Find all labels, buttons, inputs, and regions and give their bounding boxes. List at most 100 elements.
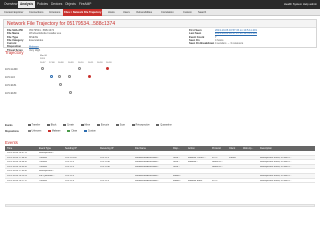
tab-fireamp[interactable]: FireAMP (77, 1, 93, 8)
table-cell: 10.5.11.6 (100, 179, 109, 182)
host-lane-label[interactable]: 10.5.10.81 (5, 84, 16, 87)
trajectory-event-node[interactable] (106, 67, 109, 70)
table-cell: Retrospective... (39, 152, 55, 154)
summary-key: Seen On Breakdown (189, 42, 215, 46)
events-table: Time Event Type Sending IP Receiving IP … (5, 146, 315, 204)
subnav-context-explorer[interactable]: Context Explorer (3, 9, 24, 16)
table-cell: Retrospective Event, Fri Mar 0... (260, 165, 292, 168)
table-cell: HTTP (212, 156, 218, 159)
column-header[interactable]: File Name (135, 147, 146, 150)
trajectory-title: Trajectory (5, 50, 24, 55)
legend-label: Malware (51, 130, 61, 133)
column-header[interactable]: Time (7, 147, 12, 150)
events-title: Events (5, 140, 18, 145)
trajectory-event-node[interactable] (88, 75, 91, 78)
subnav-vulnerabilities[interactable]: Vulnerabilities (135, 9, 153, 16)
table-cell: 2013-10-06 16:17:27 (7, 179, 28, 182)
table-cell: 10.5.11.8 (65, 179, 74, 182)
subnav-correlation[interactable]: Correlation (160, 9, 175, 16)
host-lane-label[interactable]: 10.5.11.200 (5, 68, 17, 71)
time-label: 16:18 (97, 62, 103, 64)
subnav-custom[interactable]: Custom (182, 9, 193, 16)
column-header[interactable]: Client (229, 147, 235, 150)
subnav-users[interactable]: Users (122, 9, 131, 16)
table-cell: Unkn... (173, 161, 180, 164)
trajectory-event-node[interactable] (78, 67, 81, 70)
column-header[interactable]: Event Type (39, 147, 51, 150)
user-menu[interactable]: Health System Help admin (284, 1, 317, 8)
tab-analysis[interactable]: Analysis (18, 1, 36, 8)
legend-label: Clean (71, 130, 78, 133)
top-navigation: Overview Analysis Policies Devices Objec… (0, 0, 320, 9)
summary-right: First Seen 2013-10-06 16:57:15 on 10.5.11… (189, 29, 257, 45)
trajectory-event-node[interactable] (41, 67, 44, 70)
legend-title: Dispositions (5, 130, 19, 133)
tab-objects[interactable]: Objects (63, 1, 78, 8)
subnav-intrusions[interactable]: Intrusions (48, 9, 61, 16)
trajectory-event-node[interactable] (50, 75, 53, 78)
table-row[interactable]: 2013-10-06 16:17:27 Transfer 10.5.11.8 1… (5, 179, 315, 184)
table-cell: WindowsMediaInstaller... (135, 179, 160, 182)
table-cell: WindowsMediaInstaller... (135, 165, 160, 168)
table-cell: Retrospective Event, Fri Mar 0... (260, 175, 292, 177)
summary-left: File SHA-256 05179534...588c1374 File Nam… (7, 29, 61, 52)
column-header[interactable]: Protocol (212, 147, 221, 150)
table-cell: Transfer (39, 161, 48, 164)
legend-item: Create (63, 124, 74, 127)
subnav-search[interactable]: Search (197, 9, 207, 16)
tab-policies[interactable]: Policies (35, 1, 50, 8)
table-scrollbar[interactable] (5, 204, 315, 207)
trajectory-year: 2013 (40, 58, 45, 60)
table-cell: 10.5.10.250 (65, 156, 77, 159)
subnav-connections[interactable]: Connections (28, 9, 44, 16)
table-cell: Retrospective... (39, 170, 55, 173)
table-cell: NetBIOS-... (212, 165, 224, 168)
column-header[interactable]: Description (260, 147, 272, 150)
legend-item: Move (80, 124, 90, 127)
table-cell: Transfer (39, 156, 48, 159)
time-label: 16:59 (68, 62, 74, 64)
time-label: 16:18 (106, 62, 112, 64)
table-cell: Retrospective Event, Fri Mar 0... (260, 161, 292, 164)
trajectory-event-node[interactable] (59, 83, 62, 86)
column-header[interactable]: Web Ap... (243, 147, 253, 150)
table-cell: Malware Block (188, 179, 203, 182)
table-cell: 2013-10-06 16:57:15 (7, 152, 28, 154)
host-lane-label[interactable]: 10.5.11.6 (5, 76, 15, 79)
legend-label: Scan (119, 124, 126, 127)
column-header[interactable]: Receiving IP (100, 147, 113, 150)
table-cell: 10.5.10.81 (100, 161, 111, 164)
host-lane-label[interactable]: 10.5.10.80 (5, 92, 16, 95)
table-cell: 2013-10-06 17:08:39 (7, 156, 28, 159)
legend-label: Unknown (31, 130, 42, 133)
legend-item: Malware (47, 130, 61, 133)
summary-row: Current Disposition Malware (7, 42, 61, 49)
legend-label: Transfer (31, 124, 41, 127)
trajectory-event-node[interactable] (58, 75, 61, 78)
time-label: 16:10 (78, 62, 84, 64)
summary-row: Seen On Breakdown4 senders → 3 receivers (189, 42, 257, 45)
trajectory-date: Mar 06 (40, 55, 47, 57)
legend-label: Block (50, 124, 57, 127)
events-legend: Events Transfer Block Create Move Execut… (5, 124, 178, 127)
legend-item: Execute (96, 124, 110, 127)
table-cell: Malwa... (173, 175, 182, 177)
trajectory-event-node[interactable] (69, 91, 72, 94)
table-cell: HTTP (212, 179, 218, 182)
table-cell: Malware Cloud L... (188, 156, 207, 159)
column-header[interactable]: Sending IP (65, 147, 77, 150)
trajectory-event-node[interactable] (68, 75, 71, 78)
summary-value: Very High (29, 48, 41, 52)
sub-navigation: Context Explorer Connections Intrusions … (0, 9, 320, 16)
subnav-hosts[interactable]: Hosts (107, 9, 116, 16)
column-header[interactable]: Action (188, 147, 195, 150)
table-cell: Malware... (188, 161, 199, 164)
column-header[interactable]: Disp... (173, 147, 180, 150)
legend-item: Transfer (27, 124, 41, 127)
last-seen-link[interactable]: 2013-10-06 16:57:27 on 10.5.11.201 (215, 32, 257, 35)
time-label: 16:11 (88, 62, 94, 64)
legend-label: Execute (100, 124, 110, 127)
subnav-file-trajectory[interactable]: Files > Network File Trajectory (63, 9, 103, 16)
tab-overview[interactable]: Overview (2, 1, 19, 8)
table-cell: 10.5.10.80 (100, 165, 111, 168)
